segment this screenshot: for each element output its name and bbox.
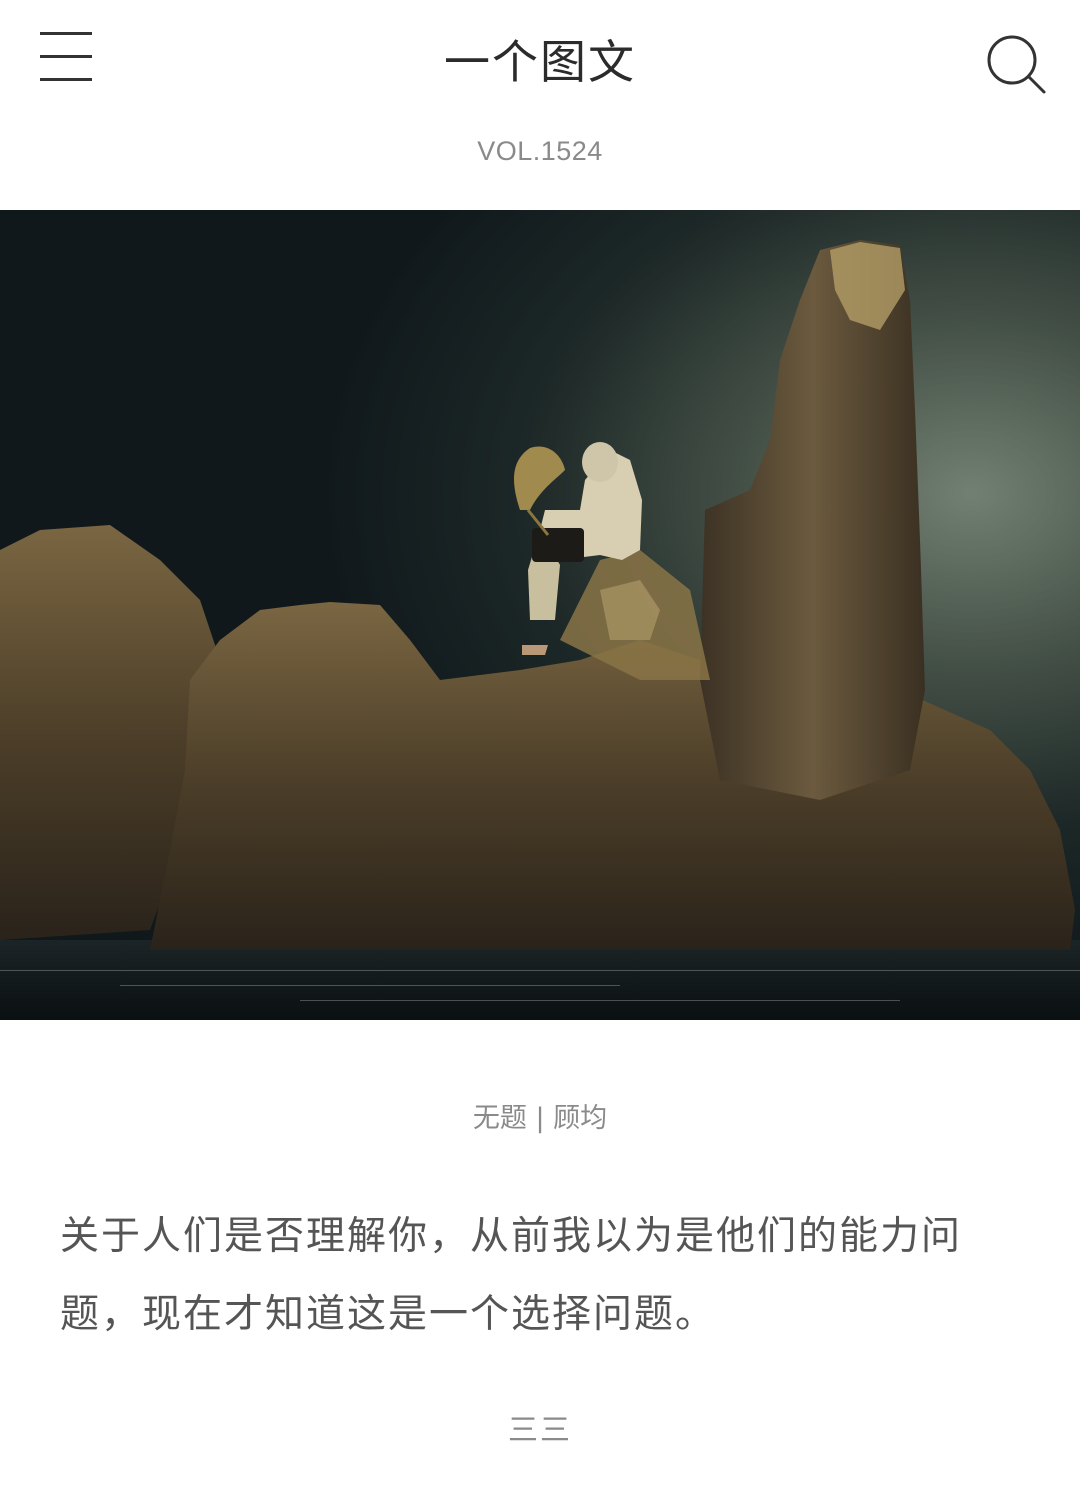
page-title: 一个图文	[444, 35, 636, 89]
quote-text: 关于人们是否理解你，从前我以为是他们的能力问题，现在才知道这是一个选择问题。	[60, 1214, 963, 1337]
search-button[interactable]	[982, 30, 1048, 96]
hero-image[interactable]	[0, 210, 1080, 1020]
volume-number: VOL.1524	[477, 136, 603, 166]
search-icon	[987, 35, 1046, 94]
top-bar: 一个图文	[0, 0, 1080, 120]
image-caption: 无题 | 顾均	[472, 1103, 608, 1134]
author-name: 三三	[508, 1413, 572, 1448]
hero-photo	[0, 210, 1080, 1020]
